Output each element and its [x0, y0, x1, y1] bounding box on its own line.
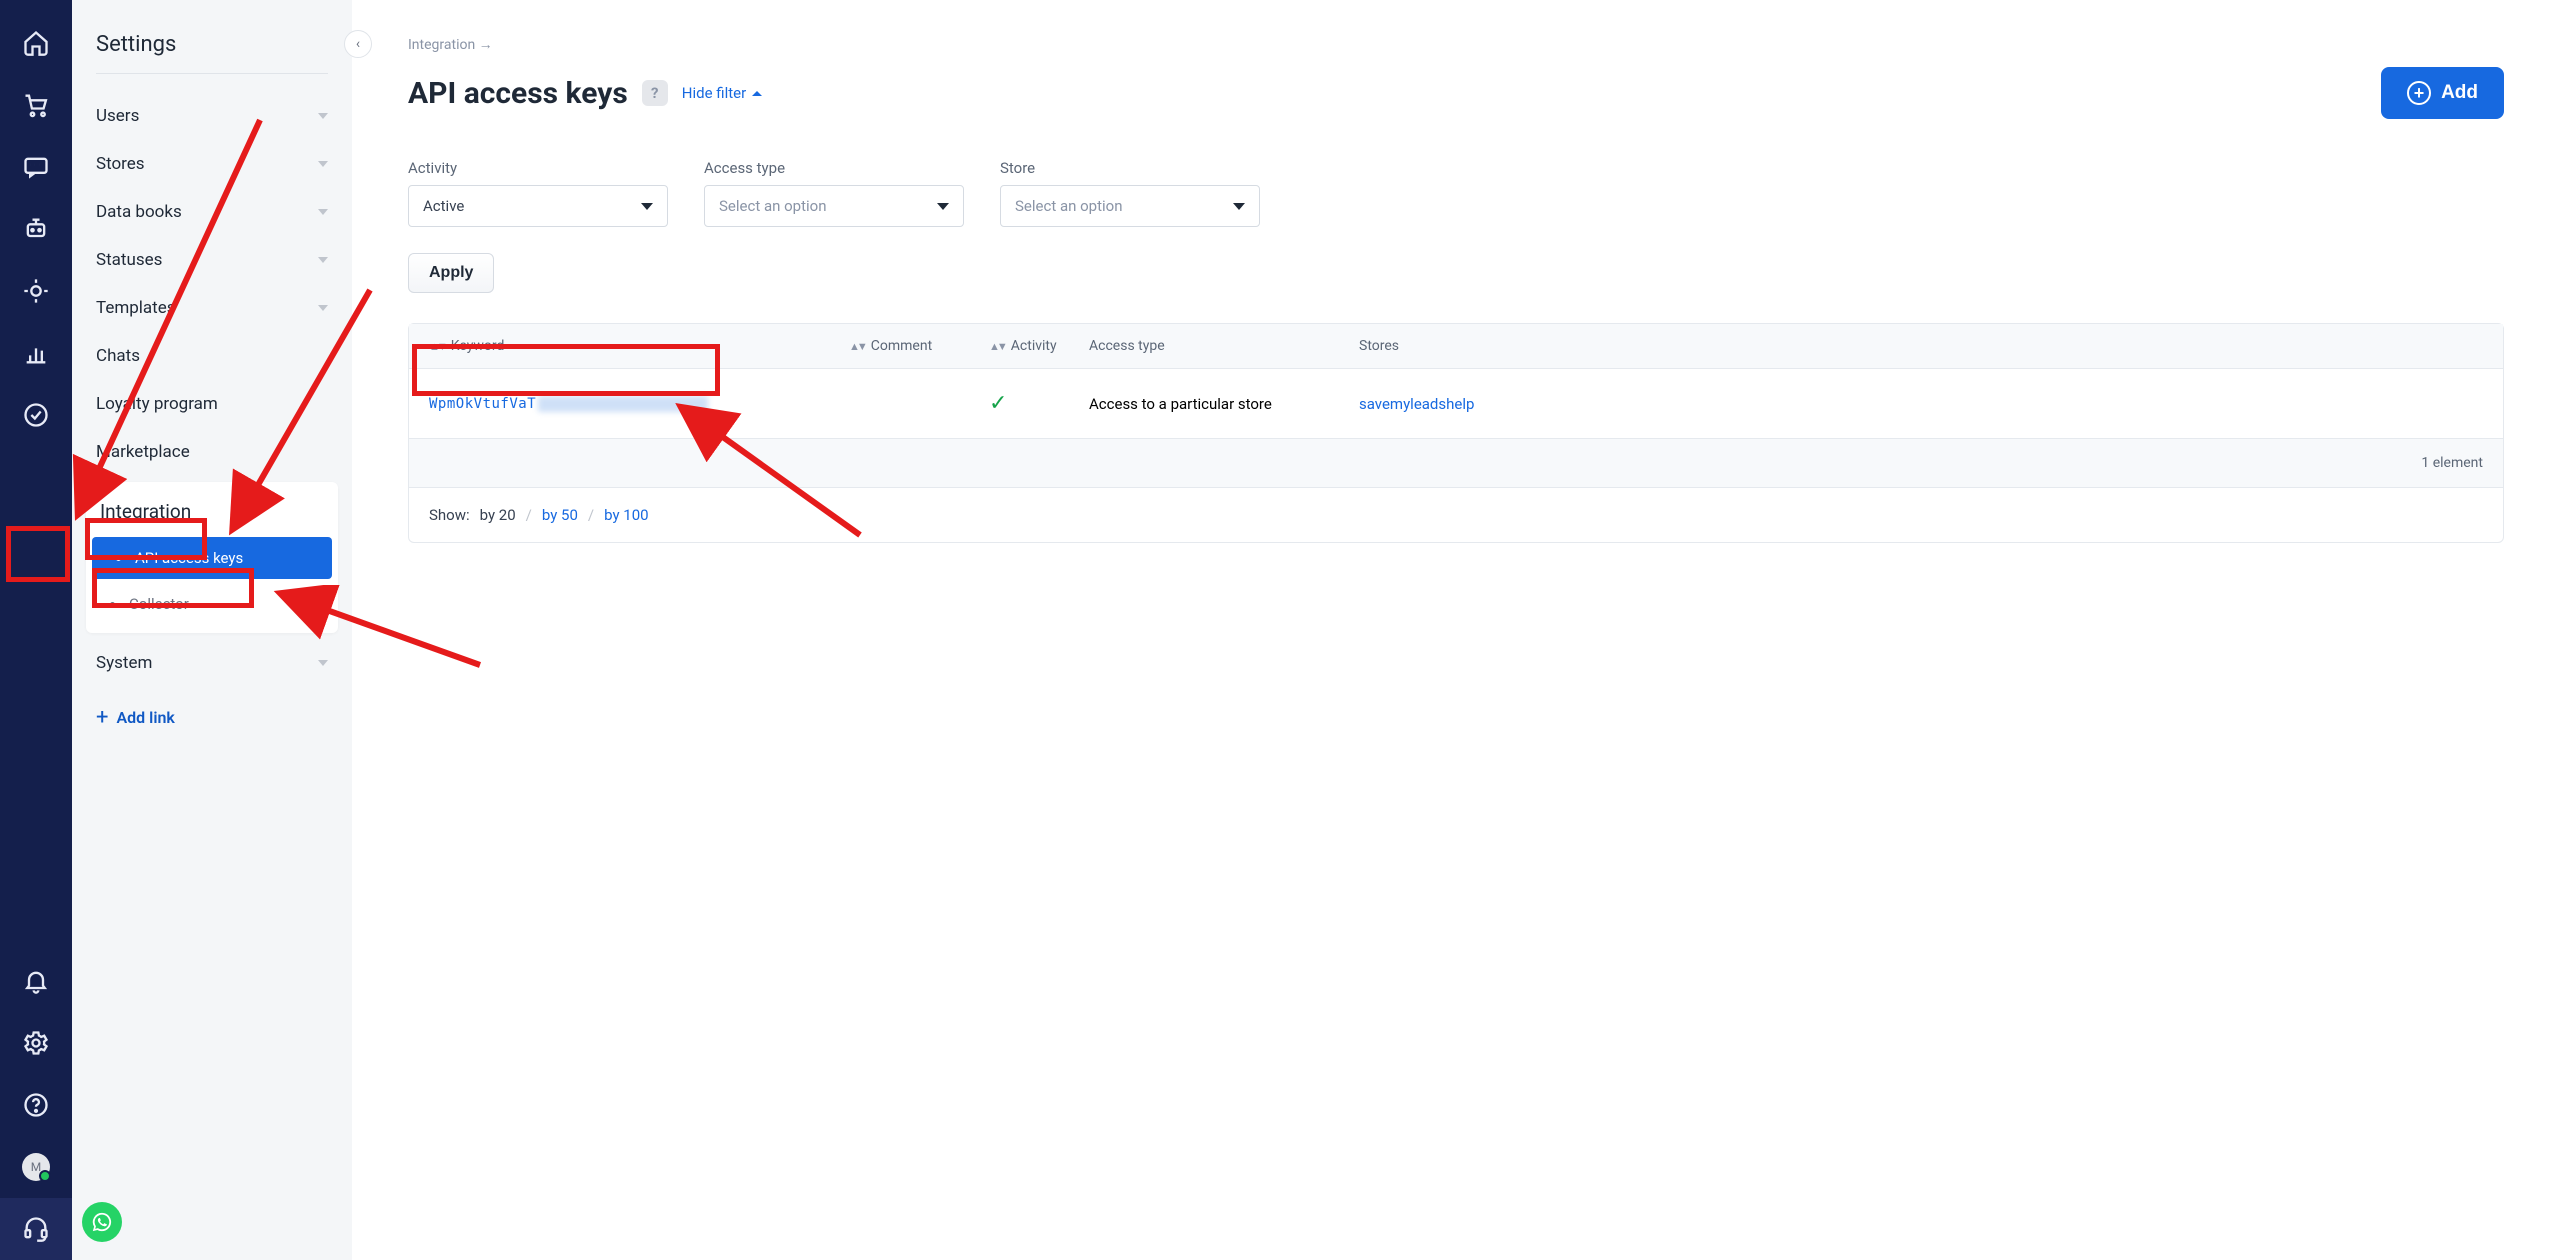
api-keys-table: ▲▼Keyword ▲▼Comment ▲▼Activity Access ty… [408, 323, 2504, 543]
whatsapp-icon[interactable] [82, 1202, 122, 1242]
col-access-header: Access type [1089, 338, 1359, 354]
menu-stores[interactable]: Stores [88, 140, 336, 188]
table-footer: 1 element [409, 439, 2503, 487]
help-icon[interactable]: ? [642, 80, 668, 106]
chevron-down-icon [318, 660, 328, 666]
rail-chat-icon[interactable] [0, 136, 72, 198]
icon-rail: M [0, 0, 72, 1260]
menu-integration-block: Integration API access keys Collector [86, 482, 338, 633]
api-key-link[interactable]: WpmOkVtufVaT [429, 396, 708, 412]
redacted-text [538, 396, 708, 412]
page-title: API access keys [408, 76, 628, 111]
submenu-collector[interactable]: Collector [86, 583, 338, 625]
filter-activity-select[interactable]: Active [408, 185, 668, 227]
page-by-20[interactable]: by 20 [480, 506, 516, 524]
table-header: ▲▼Keyword ▲▼Comment ▲▼Activity Access ty… [409, 324, 2503, 369]
filter-store-select[interactable]: Select an option [1000, 185, 1260, 227]
divider [96, 73, 328, 74]
store-link[interactable]: savemyleadshelp [1359, 395, 1474, 413]
menu-templates[interactable]: Templates [88, 284, 336, 332]
rail-avatar[interactable]: M [0, 1136, 72, 1198]
rail-analytics-icon[interactable] [0, 322, 72, 384]
menu-users[interactable]: Users [88, 92, 336, 140]
page-by-100[interactable]: by 100 [604, 506, 648, 524]
rail-help-icon[interactable] [0, 1074, 72, 1136]
settings-sidebar: Settings Users Stores Data books Statuse… [72, 0, 352, 1260]
chevron-down-icon [318, 305, 328, 311]
col-activity-header[interactable]: ▲▼Activity [989, 338, 1089, 354]
rail-check-icon[interactable] [0, 384, 72, 446]
sort-icon: ▲▼ [989, 340, 1005, 353]
filter-access-type-label: Access type [704, 159, 964, 177]
menu-marketplace[interactable]: Marketplace [88, 428, 336, 476]
sidebar-title: Settings [96, 32, 328, 57]
menu-loyalty[interactable]: Loyalty program [88, 380, 336, 428]
menu-data-books[interactable]: Data books [88, 188, 336, 236]
main-content: Integration → API access keys ? Hide fil… [352, 0, 2560, 1260]
rail-settings-icon[interactable] [0, 1012, 72, 1074]
menu-chats[interactable]: Chats [88, 332, 336, 380]
bullet-icon [116, 556, 121, 561]
menu-statuses[interactable]: Statuses [88, 236, 336, 284]
rail-bell-icon[interactable] [0, 950, 72, 1012]
col-comment-header[interactable]: ▲▼Comment [849, 338, 989, 354]
filter-store-label: Store [1000, 159, 1260, 177]
cell-access-type: Access to a particular store [1089, 395, 1359, 413]
chevron-down-icon [1233, 203, 1245, 210]
chevron-up-icon [752, 91, 762, 96]
col-stores-header: Stores [1359, 338, 2483, 354]
submenu-api-keys[interactable]: API access keys [92, 537, 332, 579]
chevron-down-icon [318, 113, 328, 119]
col-keyword-header[interactable]: ▲▼Keyword [429, 338, 849, 354]
table-row: WpmOkVtufVaT ✓ Access to a particular st… [409, 369, 2503, 439]
add-link-button[interactable]: + Add link [88, 687, 336, 748]
rail-target-icon[interactable] [0, 260, 72, 322]
collapse-sidebar-button[interactable]: ‹ [344, 30, 372, 58]
menu-system[interactable]: System [88, 639, 336, 687]
add-button[interactable]: + Add [2381, 67, 2504, 119]
plus-circle-icon: + [2407, 81, 2431, 105]
filter-access-type-select[interactable]: Select an option [704, 185, 964, 227]
hide-filter-toggle[interactable]: Hide filter [682, 84, 762, 102]
sort-icon: ▲▼ [849, 340, 865, 353]
filter-activity-label: Activity [408, 159, 668, 177]
pagination: Show: by 20 / by 50 / by 100 [409, 487, 2503, 542]
plus-icon: + [96, 705, 108, 730]
chevron-down-icon [641, 203, 653, 210]
chevron-down-icon [318, 209, 328, 215]
rail-home-icon[interactable] [0, 12, 72, 74]
rail-cart-icon[interactable] [0, 74, 72, 136]
check-icon: ✓ [989, 391, 1007, 416]
rail-support-icon[interactable] [0, 1198, 72, 1260]
page-by-50[interactable]: by 50 [542, 506, 578, 524]
chevron-down-icon [318, 257, 328, 263]
menu-integration[interactable]: Integration [86, 492, 338, 537]
chevron-down-icon [318, 161, 328, 167]
breadcrumb[interactable]: Integration → [408, 36, 2504, 53]
bullet-icon [110, 602, 115, 607]
rail-bot-icon[interactable] [0, 198, 72, 260]
apply-button[interactable]: Apply [408, 253, 494, 293]
chevron-down-icon [937, 203, 949, 210]
sort-icon: ▲▼ [429, 340, 445, 353]
